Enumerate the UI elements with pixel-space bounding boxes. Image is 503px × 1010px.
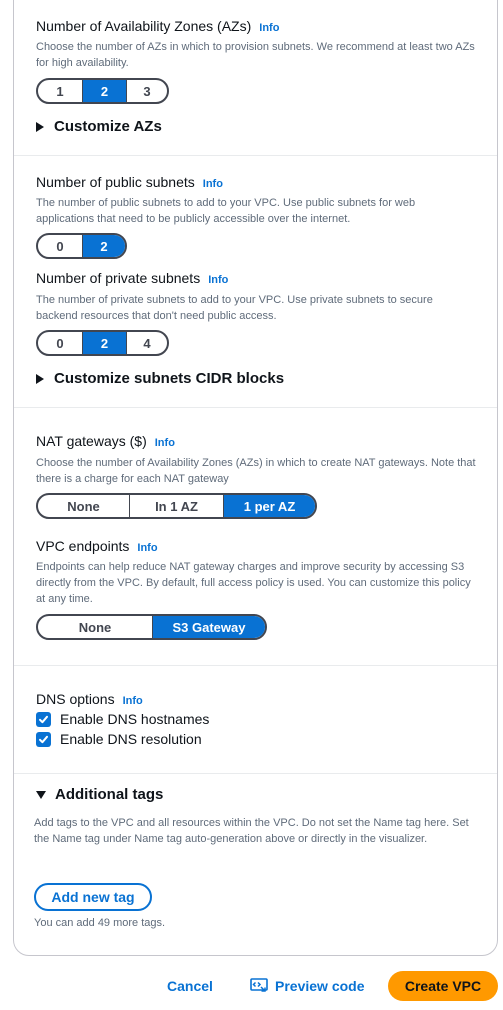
tags-description: Add tags to the VPC and all resources wi… bbox=[34, 817, 469, 845]
nat-option-none[interactable]: None bbox=[38, 495, 130, 517]
add-new-tag-button[interactable]: Add new tag bbox=[34, 883, 152, 911]
preview-code-icon bbox=[250, 978, 268, 994]
nat-info-link[interactable]: Info bbox=[155, 437, 175, 449]
nat-label-text: NAT gateways ($) bbox=[36, 433, 147, 449]
customize-cidr-expander[interactable]: Customize subnets CIDR blocks bbox=[36, 370, 284, 387]
dns-label: DNS options Info bbox=[36, 691, 143, 707]
nat-option-1az[interactable]: In 1 AZ bbox=[130, 495, 224, 517]
endpoints-label: VPC endpoints Info bbox=[36, 538, 158, 554]
section-divider bbox=[14, 773, 497, 774]
cancel-button[interactable]: Cancel bbox=[167, 978, 213, 994]
endpoints-segmented-control: None S3 Gateway bbox=[36, 614, 267, 640]
public-subnets-segmented-control: 0 2 bbox=[36, 233, 127, 259]
dns-resolution-label: Enable DNS resolution bbox=[60, 731, 202, 747]
private-subnets-label: Number of private subnets Info bbox=[36, 270, 228, 286]
azs-segmented-control: 1 2 3 bbox=[36, 78, 169, 104]
private-subnets-option-0[interactable]: 0 bbox=[38, 332, 83, 354]
private-subnets-label-text: Number of private subnets bbox=[36, 270, 201, 286]
endpoints-description: Endpoints can help reduce NAT gateway ch… bbox=[36, 561, 471, 605]
private-subnets-segmented-control: 0 2 4 bbox=[36, 330, 169, 356]
customize-cidr-label: Customize subnets CIDR blocks bbox=[54, 370, 285, 387]
private-subnets-description: The number of private subnets to add to … bbox=[36, 294, 433, 322]
private-subnets-option-2[interactable]: 2 bbox=[83, 332, 127, 354]
endpoints-option-none[interactable]: None bbox=[38, 616, 153, 638]
azs-option-3[interactable]: 3 bbox=[127, 80, 167, 102]
nat-segmented-control: None In 1 AZ 1 per AZ bbox=[36, 493, 317, 519]
azs-info-link[interactable]: Info bbox=[259, 22, 279, 34]
endpoints-label-text: VPC endpoints bbox=[36, 538, 130, 554]
private-subnets-info-link[interactable]: Info bbox=[208, 274, 228, 286]
dns-hostnames-label: Enable DNS hostnames bbox=[60, 711, 210, 727]
checkbox-checked-icon[interactable] bbox=[36, 731, 51, 747]
additional-tags-title: Additional tags bbox=[55, 786, 164, 803]
private-subnets-option-4[interactable]: 4 bbox=[127, 332, 167, 354]
public-subnets-option-2[interactable]: 2 bbox=[83, 235, 125, 257]
nat-description: Choose the number of Availability Zones … bbox=[36, 457, 476, 485]
preview-code-label: Preview code bbox=[275, 978, 365, 994]
create-vpc-button[interactable]: Create VPC bbox=[388, 971, 498, 1001]
tags-remaining-text: You can add 49 more tags. bbox=[34, 917, 166, 929]
section-divider bbox=[14, 407, 497, 408]
caret-right-icon bbox=[36, 373, 44, 384]
checkbox-checked-icon[interactable] bbox=[36, 711, 51, 727]
nat-option-per-az[interactable]: 1 per AZ bbox=[224, 495, 315, 517]
public-subnets-option-0[interactable]: 0 bbox=[38, 235, 83, 257]
customize-azs-expander[interactable]: Customize AZs bbox=[36, 118, 162, 135]
azs-option-1[interactable]: 1 bbox=[38, 80, 83, 102]
endpoints-option-s3[interactable]: S3 Gateway bbox=[153, 616, 265, 638]
caret-down-icon bbox=[36, 790, 46, 799]
azs-label: Number of Availability Zones (AZs) Info bbox=[36, 18, 279, 34]
azs-option-2[interactable]: 2 bbox=[83, 80, 127, 102]
dns-label-text: DNS options bbox=[36, 691, 115, 707]
azs-description: Choose the number of AZs in which to pro… bbox=[36, 41, 475, 69]
endpoints-info-link[interactable]: Info bbox=[137, 542, 157, 554]
dns-info-link[interactable]: Info bbox=[123, 695, 143, 707]
preview-code-button[interactable]: Preview code bbox=[250, 978, 365, 994]
public-subnets-label: Number of public subnets Info bbox=[36, 174, 223, 190]
section-divider bbox=[14, 155, 497, 156]
dns-resolution-checkbox-row[interactable]: Enable DNS resolution bbox=[36, 731, 202, 747]
section-divider bbox=[14, 665, 497, 666]
customize-azs-label: Customize AZs bbox=[54, 118, 162, 135]
public-subnets-label-text: Number of public subnets bbox=[36, 174, 195, 190]
azs-label-text: Number of Availability Zones (AZs) bbox=[36, 18, 252, 34]
additional-tags-expander[interactable]: Additional tags bbox=[36, 786, 163, 803]
public-subnets-info-link[interactable]: Info bbox=[203, 178, 223, 190]
nat-label: NAT gateways ($) Info bbox=[36, 433, 175, 449]
caret-right-icon bbox=[36, 121, 44, 132]
dns-hostnames-checkbox-row[interactable]: Enable DNS hostnames bbox=[36, 711, 209, 727]
public-subnets-description: The number of public subnets to add to y… bbox=[36, 197, 416, 225]
